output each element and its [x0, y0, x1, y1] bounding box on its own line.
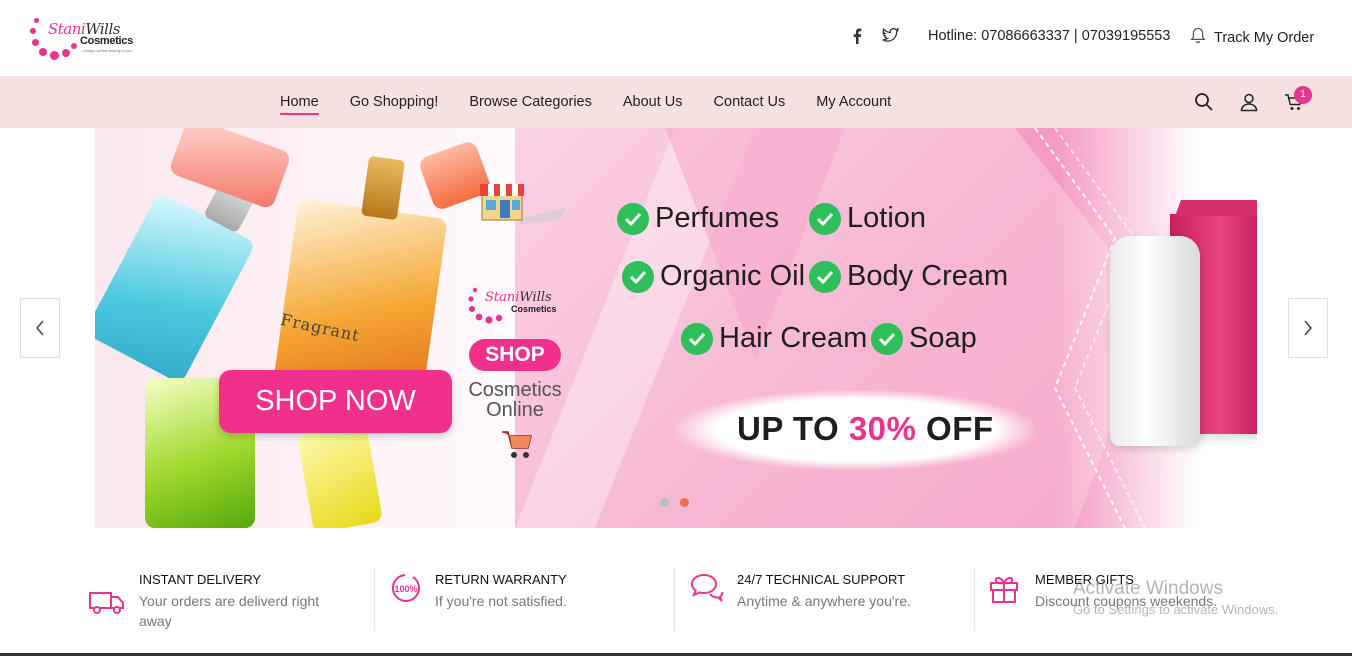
svg-text:100%: 100% [394, 584, 417, 594]
nav-item-home[interactable]: Home [280, 94, 319, 115]
storefront-icon [480, 180, 570, 229]
os-activation-watermark-subtitle: Go to Settings to activate Windows. [1073, 602, 1279, 617]
check-icon [617, 202, 649, 235]
feature-organic-oil: Organic Oil [622, 260, 805, 293]
return-badge-icon: 100% [390, 572, 422, 609]
search-icon[interactable] [1194, 92, 1216, 114]
hero-brand-logo: StaniWills Cosmetics [467, 284, 567, 330]
feature-technical-support: 24/7 TECHNICAL SUPPORT Anytime & anywher… [688, 560, 968, 632]
gift-icon [988, 572, 1020, 609]
top-bar: StaniWills Cosmetics ...brings out the b… [0, 0, 1352, 76]
facebook-icon[interactable] [852, 28, 862, 48]
slider-dot-1[interactable] [660, 498, 669, 507]
nav-item-about-us[interactable]: About Us [623, 94, 683, 110]
hero-slider: Fragrant StaniWills Cosmetics SHOP Cosme… [95, 128, 1257, 528]
feature-return-warranty: 100% RETURN WARRANTY If you're not satis… [390, 560, 670, 632]
slider-dot-2[interactable] [680, 498, 689, 507]
check-icon [681, 322, 713, 355]
nav-item-contact-us[interactable]: Contact Us [714, 94, 786, 110]
shop-now-button[interactable]: SHOP NOW [219, 370, 452, 433]
logo-subword: Cosmetics [80, 35, 133, 47]
nav-item-browse-categories[interactable]: Browse Categories [469, 94, 592, 110]
slider-next-button[interactable] [1288, 298, 1328, 358]
os-activation-watermark-title: Activate Windows [1073, 578, 1223, 599]
nav-item-my-account[interactable]: My Account [816, 94, 891, 110]
track-order-link[interactable]: Track My Order [1190, 27, 1314, 48]
check-icon [809, 202, 841, 235]
twitter-icon[interactable] [882, 27, 900, 47]
check-icon [809, 260, 841, 293]
shop-badge: SHOP [469, 339, 561, 371]
feature-instant-delivery: INSTANT DELIVERY Your orders are deliver… [88, 560, 368, 632]
shopping-cart-icon [500, 428, 534, 465]
slider-prev-button[interactable] [20, 298, 60, 358]
chat-bubble-icon [688, 572, 724, 609]
feature-lotion: Lotion [809, 202, 926, 235]
truck-icon [88, 588, 126, 621]
brand-logo[interactable]: StaniWills Cosmetics ...brings out the b… [30, 16, 140, 62]
chevron-right-icon [1304, 320, 1312, 336]
feature-soap: Soap [871, 322, 977, 355]
feature-hair-cream: Hair Cream [681, 322, 867, 355]
bell-icon [1190, 27, 1206, 48]
nav-menu: Home Go Shopping! Browse Categories Abou… [280, 76, 922, 128]
check-icon [871, 322, 903, 355]
user-icon[interactable] [1239, 92, 1261, 114]
track-order-label: Track My Order [1214, 29, 1315, 46]
hotline-text: Hotline: 07086663337 | 07039195553 [928, 28, 1171, 44]
logo-tagline: ...brings out the beauty in you [80, 48, 133, 53]
discount-banner: UP TO 30% OFF [737, 410, 994, 447]
main-nav: Home Go Shopping! Browse Categories Abou… [0, 76, 1352, 128]
feature-body-cream: Body Cream [809, 260, 1008, 293]
check-icon [622, 260, 654, 293]
feature-perfumes: Perfumes [617, 202, 779, 235]
cart-count-badge: 1 [1294, 86, 1312, 104]
nav-item-go-shopping[interactable]: Go Shopping! [350, 94, 439, 110]
cosmetics-online-text: Cosmetics Online [468, 379, 562, 421]
chevron-left-icon [36, 320, 44, 336]
